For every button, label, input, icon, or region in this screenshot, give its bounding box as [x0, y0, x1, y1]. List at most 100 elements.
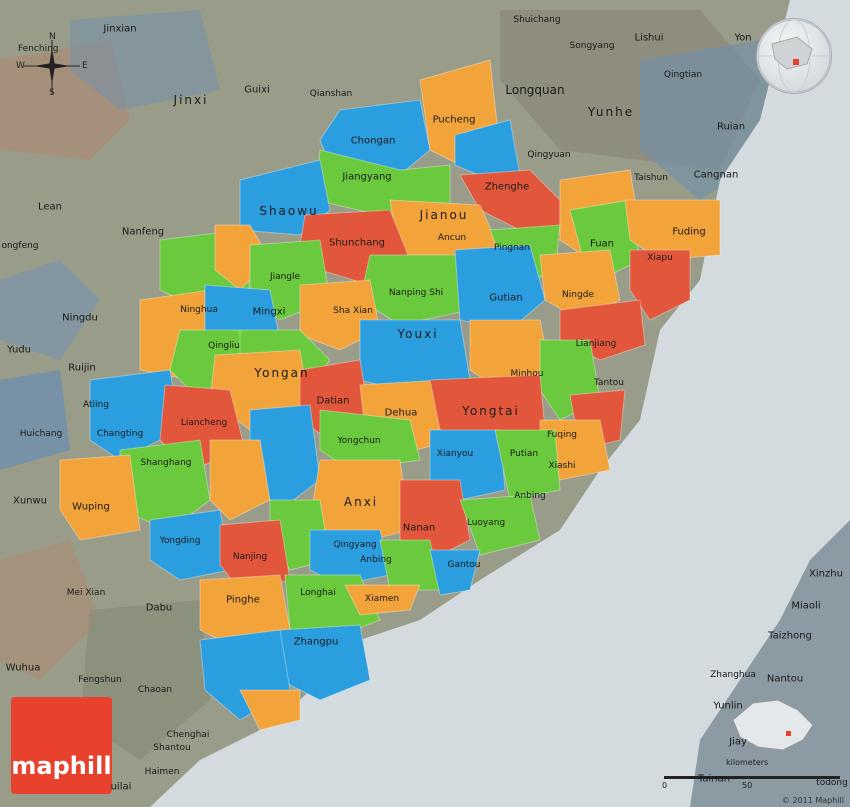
place-label: Lianjiang	[575, 339, 617, 349]
place-label: Longhai	[300, 588, 336, 598]
place-label: Yon	[734, 32, 752, 44]
place-label: Lishui	[634, 32, 664, 44]
compass-e: E	[82, 61, 88, 71]
compass-place: Fenching	[18, 44, 59, 54]
place-label: Fengshun	[78, 675, 122, 685]
place-label: Qianshan	[309, 89, 353, 99]
place-label: Guixi	[244, 84, 270, 96]
place-label: Yudu	[7, 344, 31, 356]
place-label: Shaowu	[259, 204, 319, 218]
place-label: Zhangpu	[293, 636, 339, 648]
place-label: Xinzhu	[809, 568, 843, 580]
place-label: Anbing	[360, 555, 392, 565]
place-label: todong	[816, 778, 848, 788]
place-label: Jiangle	[269, 272, 301, 282]
scale-title: kilometers	[726, 758, 769, 767]
compass-s: S	[49, 88, 55, 98]
place-label: Wuhua	[5, 662, 41, 674]
place-label: Pucheng	[432, 114, 476, 126]
place-label: Ningde	[562, 290, 594, 300]
place-label: ongfeng	[1, 241, 39, 251]
place-label: Liancheng	[180, 418, 228, 428]
place-label: Cangnan	[693, 169, 739, 181]
place-label: Yongtai	[462, 404, 520, 418]
place-label: Ninghua	[180, 305, 218, 315]
place-label: Tainan	[697, 773, 731, 785]
scale-bar-line	[664, 776, 840, 779]
place-label: Haimen	[144, 767, 180, 777]
place-label: Jianou	[419, 208, 469, 222]
place-label: Nanping Shi	[388, 288, 444, 298]
compass-w: W	[16, 61, 25, 71]
place-label: Yongding	[159, 536, 201, 546]
place-label: uilai	[110, 781, 132, 793]
place-label: Tantou	[594, 378, 624, 388]
place-label: Ruian	[716, 121, 746, 133]
place-label: Dehua	[384, 407, 418, 419]
place-label: Xiashi	[548, 461, 576, 471]
globe-locator-icon	[756, 18, 832, 94]
place-label: Chongan	[350, 135, 396, 147]
place-label: Shantou	[153, 743, 191, 753]
place-label: Jinxi	[173, 93, 209, 107]
compass-n: N	[49, 32, 56, 42]
place-label: Shanghang	[140, 458, 192, 468]
map: Fenching N E S W maphill kilometers 0 50…	[0, 0, 850, 807]
place-label: Anxi	[343, 495, 379, 509]
place-label: Songyang	[569, 41, 615, 51]
place-label: Xiapu	[647, 253, 673, 263]
place-label: Lean	[37, 201, 63, 213]
place-label: Yongchun	[337, 436, 381, 446]
place-label: Sha Xian	[333, 306, 373, 316]
compass: Fenching N E S W	[14, 18, 94, 98]
place-label: Nanjing	[232, 552, 268, 562]
place-label: Gutian	[489, 292, 523, 304]
place-label: Taizhong	[768, 630, 812, 642]
maphill-logo[interactable]: maphill	[11, 697, 112, 794]
place-label: Chenghai	[166, 730, 210, 740]
place-label: Dabu	[145, 602, 173, 614]
place-label: Datian	[316, 395, 350, 407]
place-label: Pinghe	[226, 594, 260, 606]
compass-rose-icon	[24, 40, 80, 94]
place-label: Nanan	[402, 522, 436, 534]
place-label: Youxi	[397, 327, 439, 341]
place-label: Chaoan	[137, 685, 173, 695]
scale-zero: 0	[662, 781, 668, 790]
place-label: Qingtian	[663, 70, 703, 80]
place-label: Yunhe	[587, 105, 635, 119]
place-label: Huichang	[19, 429, 63, 439]
place-label: Minhou	[510, 369, 544, 379]
place-label: Jiangyang	[342, 171, 392, 183]
place-label: Ningdu	[62, 312, 98, 324]
place-label: Wuping	[72, 501, 110, 513]
place-label: Miaoli	[791, 600, 821, 612]
place-label: Changting	[96, 429, 144, 439]
place-label: Putian	[509, 449, 539, 459]
place-label: Xianyou	[436, 449, 474, 459]
place-label: Shuichang	[513, 15, 561, 25]
scale-fifty: 50	[742, 781, 753, 790]
place-label: Anbing	[514, 491, 546, 501]
place-label: Pingnan	[493, 243, 531, 253]
place-label: Ancun	[437, 233, 467, 243]
place-label: Xunwu	[12, 495, 48, 507]
place-label: Qingyuan	[527, 150, 571, 160]
place-label: Nantou	[766, 673, 804, 685]
copyright: © 2011 Maphill	[781, 796, 844, 805]
place-label: Taishun	[634, 173, 668, 183]
place-label: Jinxian	[103, 23, 137, 35]
place-label: Fuding	[672, 226, 706, 238]
place-label: Xiamen	[364, 594, 400, 604]
globe-marker-icon	[793, 59, 799, 65]
place-label: Luoyang	[466, 518, 506, 528]
place-label: Ruijin	[68, 362, 96, 374]
place-label: Jiay	[729, 736, 747, 748]
place-label: Gantou	[447, 560, 481, 570]
place-label: Qingliu	[208, 341, 240, 351]
place-label: Atiing	[83, 400, 109, 410]
place-label: Nanfeng	[121, 226, 165, 238]
place-label: Fuqing	[546, 430, 578, 440]
place-label: Qingyang	[333, 540, 377, 550]
place-label: Mei Xian	[66, 588, 106, 598]
